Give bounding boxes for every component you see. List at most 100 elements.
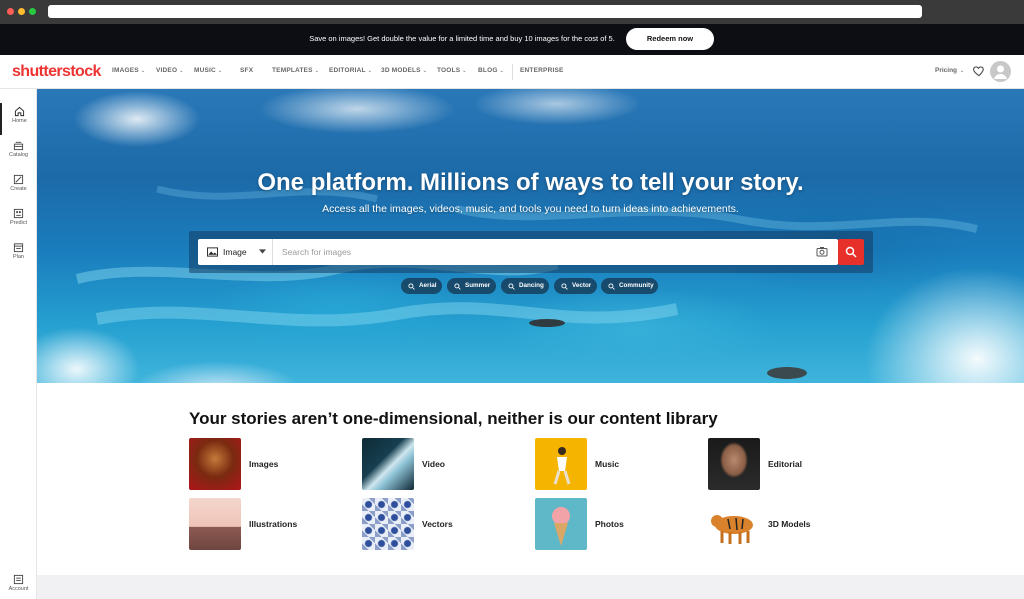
category-label: Images: [249, 459, 279, 469]
nav-templates[interactable]: TEMPLATES ⌄: [272, 67, 319, 74]
category-illustrations[interactable]: Illustrations: [189, 498, 361, 550]
nav-sfx[interactable]: SFX: [240, 67, 253, 74]
media-type-select[interactable]: Image: [198, 239, 273, 265]
search-icon: [508, 282, 515, 290]
video-thumbnail: [362, 438, 414, 490]
predict-icon: [13, 208, 24, 219]
chip-dancing[interactable]: Dancing: [501, 278, 549, 294]
hero-banner: One platform. Millions of ways to tell y…: [37, 89, 1024, 383]
sidebar-item-label: Account: [8, 586, 29, 592]
category-3d-models[interactable]: 3D Models: [708, 498, 880, 550]
account-icon: [13, 574, 24, 585]
chip-vector[interactable]: Vector: [554, 278, 597, 294]
search-icon: [454, 282, 461, 290]
nav-blog[interactable]: BLOG ⌄: [478, 67, 504, 74]
category-vectors[interactable]: Vectors: [362, 498, 534, 550]
content-library-section: Your stories aren’t one-dimensional, nei…: [37, 383, 1024, 575]
category-label: Illustrations: [249, 519, 298, 529]
music-thumbnail: [535, 438, 587, 490]
sidebar-item-label: Catalog: [9, 152, 28, 158]
redeem-now-button[interactable]: Redeem now: [626, 28, 714, 50]
hero-subtitle: Access all the images, videos, music, an…: [322, 203, 739, 215]
category-label: Editorial: [768, 459, 803, 469]
avatar[interactable]: [990, 61, 1011, 82]
maximize-window-dot[interactable]: [29, 8, 36, 15]
plan-icon: [13, 243, 24, 253]
chip-summer[interactable]: Summer: [447, 278, 496, 294]
nav-3d-models[interactable]: 3D MODELS ⌄: [381, 67, 427, 74]
sidebar-item-predict[interactable]: Predict: [0, 205, 37, 237]
category-music[interactable]: Music: [535, 438, 707, 490]
browser-chrome: [0, 0, 1024, 24]
search-icon: [561, 282, 568, 290]
chevron-down-icon: [259, 249, 266, 254]
nav-divider: [512, 64, 513, 80]
heart-icon[interactable]: [972, 64, 986, 78]
illustrations-thumbnail: [189, 498, 241, 550]
nav-video[interactable]: VIDEO ⌄: [156, 67, 184, 74]
nav-music[interactable]: MUSIC ⌄: [194, 67, 222, 74]
images-thumbnail: [189, 438, 241, 490]
pricing-menu[interactable]: Pricing ⌄: [935, 67, 964, 74]
home-icon: [14, 106, 25, 117]
category-label: 3D Models: [768, 519, 811, 529]
3d-models-thumbnail: [708, 498, 760, 550]
chevron-down-icon: ⌄: [314, 68, 320, 74]
nav-editorial[interactable]: EDITORIAL ⌄: [329, 67, 372, 74]
camera-search-icon[interactable]: [816, 246, 828, 257]
chip-label: Vector: [572, 282, 592, 289]
category-editorial[interactable]: Editorial: [708, 438, 880, 490]
search-button[interactable]: [838, 239, 864, 265]
catalog-icon: [13, 141, 24, 151]
editorial-thumbnail: [708, 438, 760, 490]
address-bar[interactable]: [48, 5, 922, 18]
search-icon: [608, 282, 615, 290]
user-icon: [994, 65, 1007, 79]
left-sidebar: Home Catalog Create Predict Plan Account: [0, 89, 37, 599]
chip-label: Aerial: [419, 282, 437, 289]
chip-label: Dancing: [519, 282, 544, 289]
sidebar-item-home[interactable]: Home: [0, 103, 37, 135]
create-icon: [13, 174, 24, 185]
vectors-thumbnail: [362, 498, 414, 550]
nav-images[interactable]: IMAGES ⌄: [112, 67, 145, 74]
promo-banner: Save on images! Get double the value for…: [0, 24, 1024, 55]
close-window-dot[interactable]: [7, 8, 14, 15]
category-images[interactable]: Images: [189, 438, 361, 490]
category-video[interactable]: Video: [362, 438, 534, 490]
nav-enterprise[interactable]: ENTERPRISE: [520, 67, 564, 74]
minimize-window-dot[interactable]: [18, 8, 25, 15]
search-input[interactable]: [282, 244, 802, 260]
sidebar-item-catalog[interactable]: Catalog: [0, 137, 37, 169]
sidebar-item-label: Home: [12, 118, 27, 124]
category-label: Music: [595, 459, 620, 469]
photos-thumbnail: [535, 498, 587, 550]
category-label: Vectors: [422, 519, 453, 529]
category-photos[interactable]: Photos: [535, 498, 707, 550]
chip-aerial[interactable]: Aerial: [401, 278, 442, 294]
chip-label: Community: [619, 282, 654, 289]
search-bar: Image: [198, 239, 838, 265]
media-type-label: Image: [223, 247, 247, 257]
category-label: Video: [422, 459, 445, 469]
chevron-down-icon: ⌄: [140, 68, 146, 74]
search-icon: [845, 246, 857, 258]
hero-title: One platform. Millions of ways to tell y…: [257, 169, 804, 196]
sidebar-item-account[interactable]: Account: [0, 571, 37, 599]
nav-tools[interactable]: TOOLS ⌄: [437, 67, 467, 74]
sidebar-item-plan[interactable]: Plan: [0, 239, 37, 271]
chevron-down-icon: ⌄: [462, 68, 467, 74]
section-title: Your stories aren’t one-dimensional, nei…: [189, 409, 718, 428]
category-label: Photos: [595, 519, 624, 529]
shutterstock-logo[interactable]: shutterstock: [12, 63, 101, 81]
search-panel: Image: [189, 231, 873, 273]
sidebar-item-create[interactable]: Create: [0, 171, 37, 203]
chevron-down-icon: ⌄: [499, 68, 504, 74]
chevron-down-icon: ⌄: [217, 68, 223, 74]
image-icon: [207, 247, 218, 257]
chevron-down-icon: ⌄: [960, 68, 965, 74]
chevron-down-icon: ⌄: [422, 68, 428, 74]
sidebar-item-label: Predict: [9, 220, 28, 226]
chip-community[interactable]: Community: [601, 278, 658, 294]
sidebar-item-label: Create: [10, 186, 27, 192]
